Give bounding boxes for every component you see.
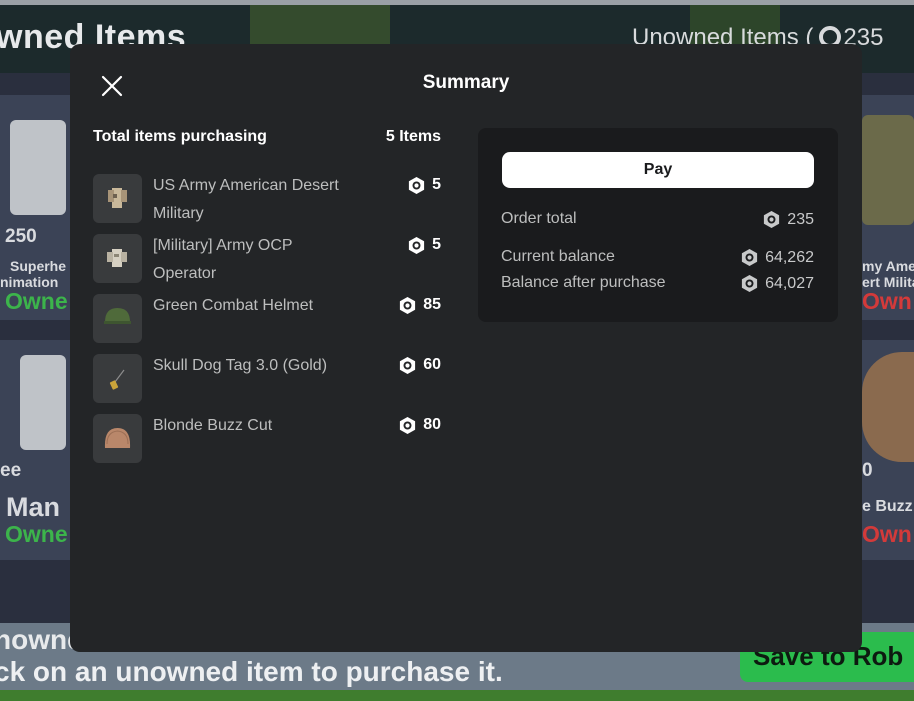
card-name: e Buzz	[862, 498, 913, 515]
balance-after-row: Balance after purchase 64,027	[501, 274, 814, 298]
item-name: US Army American Desert Military	[153, 177, 339, 222]
card-name: Man	[6, 492, 60, 522]
balance-after-amount: 64,027	[765, 274, 814, 292]
list-item: Blonde Buzz Cut 80	[93, 414, 441, 464]
robux-icon	[408, 176, 425, 194]
robux-icon	[764, 210, 780, 229]
owned-label: Own	[862, 521, 912, 547]
hair-icon	[104, 428, 131, 448]
desert-uniform-icon	[108, 188, 127, 208]
item-thumbnail	[93, 294, 142, 343]
list-item: Skull Dog Tag 3.0 (Gold) 60	[93, 354, 441, 404]
item-price: 60	[398, 354, 441, 376]
robux-icon	[741, 274, 758, 293]
robux-icon	[400, 356, 416, 374]
robux-icon	[408, 236, 425, 254]
owned-label: Owne	[5, 288, 68, 314]
current-balance-label: Current balance	[501, 248, 615, 265]
order-total-value: 235	[762, 210, 814, 229]
items-list-section: Total items purchasing 5 Items US Army A…	[93, 128, 441, 463]
hair-thumbnail	[862, 352, 914, 462]
robux-icon	[400, 296, 416, 314]
current-balance-amount: 64,262	[765, 248, 814, 266]
total-items-row: Total items purchasing 5 Items	[93, 128, 441, 150]
current-balance-value: 64,262	[740, 248, 814, 267]
list-item: [Military] Army OCP Operator 5	[93, 234, 441, 284]
order-total-amount: 235	[787, 210, 814, 228]
list-item: Green Combat Helmet 85	[93, 294, 441, 344]
robux-icon	[741, 248, 758, 267]
card-name: Superhe	[10, 258, 67, 274]
purchase-hint: ck on an unowned item to purchase it.	[0, 656, 503, 687]
item-name: Skull Dog Tag 3.0 (Gold)	[153, 357, 328, 374]
item-price: 5	[407, 234, 441, 256]
ocp-uniform-icon	[107, 249, 127, 267]
helmet-icon	[104, 308, 131, 324]
balance-after-label: Balance after purchase	[501, 274, 666, 291]
total-items-count: 5 Items	[385, 128, 441, 145]
owned-label: Own	[862, 288, 912, 314]
item-price-value: 5	[432, 236, 441, 253]
bottom-strip	[0, 690, 914, 701]
card-label: 0	[862, 460, 873, 481]
item-price: 5	[407, 174, 441, 196]
current-balance-row: Current balance 64,262	[501, 248, 814, 272]
order-summary-panel: Pay Order total 235 Current balance 64,2…	[478, 128, 838, 322]
total-items-label: Total items purchasing	[93, 128, 267, 145]
list-item: US Army American Desert Military 5	[93, 174, 441, 224]
item-name: Green Combat Helmet	[153, 297, 314, 314]
order-total-label: Order total	[501, 210, 577, 227]
item-price-value: 5	[432, 176, 441, 193]
item-name: [Military] Army OCP Operator	[153, 237, 293, 282]
order-total-row: Order total 235	[501, 210, 814, 234]
avatar-thumbnail	[10, 120, 66, 215]
dog-tag-icon	[109, 369, 125, 390]
item-price: 85	[398, 294, 441, 316]
item-price-value: 80	[423, 416, 441, 433]
card-name: my Ame	[862, 258, 914, 274]
modal-title: Summary	[422, 72, 510, 93]
item-price-value: 60	[423, 356, 441, 373]
item-price-value: 85	[423, 296, 441, 313]
item-thumbnail	[93, 414, 142, 463]
card-price: 250	[5, 226, 37, 247]
item-thumbnail	[93, 354, 142, 403]
robux-icon	[400, 416, 416, 434]
purchase-summary-modal: Summary Total items purchasing 5 Items U…	[70, 44, 862, 652]
card-label: ee	[0, 460, 22, 481]
avatar-thumbnail	[862, 115, 914, 225]
avatar-thumbnail	[20, 355, 66, 450]
item-thumbnail	[93, 234, 142, 283]
item-thumbnail	[93, 174, 142, 223]
item-name: Blonde Buzz Cut	[153, 417, 273, 434]
item-price: 80	[398, 414, 441, 436]
balance-after-value: 64,027	[740, 274, 814, 293]
pay-button[interactable]: Pay	[502, 152, 814, 188]
owned-label: Owne	[5, 521, 68, 547]
